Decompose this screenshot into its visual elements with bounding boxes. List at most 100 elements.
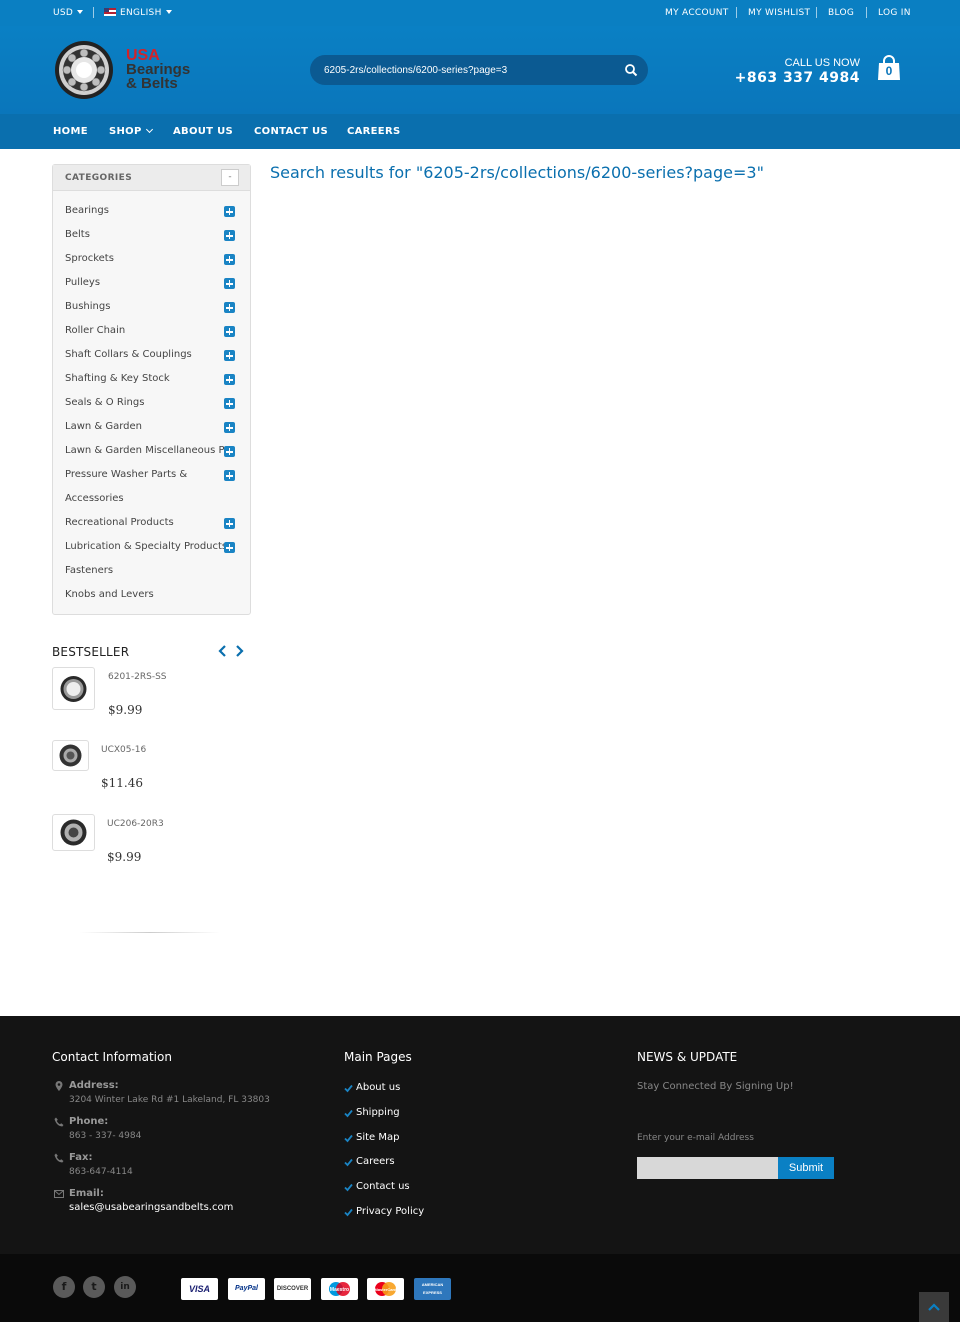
us-flag-icon: [104, 8, 116, 16]
plus-icon[interactable]: [224, 422, 235, 433]
cart-button[interactable]: 0: [876, 55, 902, 81]
product-thumbnail[interactable]: [52, 740, 89, 771]
category-item[interactable]: Shafting & Key Stock: [65, 373, 170, 384]
product-price: $9.99: [108, 703, 143, 717]
collapse-toggle[interactable]: -: [221, 169, 239, 186]
search-results-title: Search results for "6205-2rs/collections…: [270, 163, 764, 182]
chevron-down-icon: [165, 10, 172, 14]
category-item[interactable]: Belts: [65, 229, 90, 240]
linkedin-icon[interactable]: in: [114, 1276, 136, 1298]
check-icon: [344, 1084, 353, 1093]
footer-page-link[interactable]: Shipping: [356, 1107, 400, 1118]
divider: [816, 7, 817, 18]
plus-icon[interactable]: [224, 470, 235, 481]
facebook-icon[interactable]: f: [53, 1276, 75, 1298]
plus-icon[interactable]: [224, 446, 235, 457]
category-item[interactable]: Bushings: [65, 301, 110, 312]
divider: [736, 7, 737, 18]
search-input[interactable]: [324, 55, 614, 85]
currency-selector[interactable]: USD: [53, 8, 84, 18]
category-item[interactable]: Sprockets: [65, 253, 114, 264]
log-in-link[interactable]: LOG IN: [878, 8, 911, 18]
search-icon[interactable]: [624, 63, 638, 77]
svg-text:& Belts: & Belts: [126, 75, 178, 92]
chevron-down-icon: [145, 125, 153, 134]
mastercard-icon: MasterCard: [367, 1278, 404, 1300]
my-account-link[interactable]: MY ACCOUNT: [665, 8, 729, 18]
news-title: NEWS & UPDATE: [637, 1050, 738, 1064]
site-logo[interactable]: USA Bearings & Belts: [54, 39, 214, 101]
product-thumbnail[interactable]: [52, 667, 95, 710]
footer-page-link[interactable]: Careers: [356, 1156, 395, 1167]
check-icon: [344, 1158, 353, 1167]
plus-icon[interactable]: [224, 326, 235, 337]
chevron-left-icon[interactable]: [218, 645, 228, 657]
address-label: Address:: [69, 1080, 119, 1091]
newsletter-email-input[interactable]: [637, 1157, 779, 1179]
maestro-icon: Maestro: [321, 1278, 358, 1300]
product-name[interactable]: UCX05-16: [101, 745, 146, 755]
plus-icon[interactable]: [224, 350, 235, 361]
plus-icon[interactable]: [224, 254, 235, 265]
product-name[interactable]: UC206-20R3: [107, 819, 164, 829]
nav-item-contact-us[interactable]: CONTACT US: [254, 126, 328, 137]
check-icon: [344, 1208, 353, 1217]
discover-icon: DISCOVER: [274, 1278, 311, 1300]
plus-icon[interactable]: [224, 278, 235, 289]
nav-item-careers[interactable]: CAREERS: [347, 126, 400, 137]
phone-icon: [54, 1153, 64, 1163]
plus-icon[interactable]: [224, 542, 235, 553]
category-item[interactable]: Knobs and Levers: [65, 589, 154, 600]
category-item[interactable]: Bearings: [65, 205, 109, 216]
scroll-to-top-button[interactable]: [919, 1292, 949, 1322]
footer-page-link[interactable]: Site Map: [356, 1132, 399, 1143]
twitter-icon[interactable]: t: [83, 1276, 105, 1298]
chevron-right-icon[interactable]: [234, 645, 244, 657]
address-value: 3204 Winter Lake Rd #1 Lakeland, FL 3380…: [69, 1095, 270, 1105]
category-item[interactable]: Lubrication & Specialty Products: [65, 541, 227, 552]
category-item[interactable]: Lawn & Garden: [65, 421, 142, 432]
category-item[interactable]: Seals & O Rings: [65, 397, 144, 408]
top-bar: USD ENGLISH MY ACCOUNT MY WISHLIST BLOG …: [0, 0, 960, 26]
footer-page-link[interactable]: Contact us: [356, 1181, 410, 1192]
plus-icon[interactable]: [224, 206, 235, 217]
nav-item-shop[interactable]: SHOP: [109, 125, 153, 137]
nav-item-label: SHOP: [109, 126, 142, 137]
news-text: Stay Connected By Signing Up!: [637, 1081, 794, 1092]
category-item[interactable]: Pulleys: [65, 277, 100, 288]
footer-page-link[interactable]: Privacy Policy: [356, 1206, 424, 1217]
plus-icon[interactable]: [224, 398, 235, 409]
nav-item-about-us[interactable]: ABOUT US: [173, 126, 233, 137]
language-selector[interactable]: ENGLISH: [104, 8, 172, 18]
plus-icon[interactable]: [224, 374, 235, 385]
nav-item-home[interactable]: HOME: [53, 126, 88, 137]
check-icon: [344, 1134, 353, 1143]
footer-page-link[interactable]: About us: [356, 1082, 400, 1093]
category-item[interactable]: Recreational Products: [65, 517, 174, 528]
check-icon: [344, 1183, 353, 1192]
phone-number[interactable]: +863 337 4984: [735, 70, 860, 86]
category-item[interactable]: Fasteners: [65, 565, 113, 576]
category-item[interactable]: Roller Chain: [65, 325, 125, 336]
chevron-up-icon: [928, 1303, 940, 1311]
search-bar: [310, 55, 648, 85]
plus-icon[interactable]: [224, 302, 235, 313]
product-name[interactable]: 6201-2RS-SS: [108, 672, 167, 682]
my-wishlist-link[interactable]: MY WISHLIST: [748, 8, 810, 18]
blog-link[interactable]: BLOG: [828, 8, 854, 18]
category-item[interactable]: Lawn & Garden Miscellaneous Pa: [65, 445, 230, 456]
categories-header: CATEGORIES -: [53, 165, 250, 191]
newsletter-submit-button[interactable]: Submit: [778, 1157, 834, 1179]
fax-label: Fax:: [69, 1152, 93, 1163]
product-thumbnail[interactable]: [52, 814, 95, 851]
bearing-image: [60, 819, 87, 846]
email-value[interactable]: sales@usabearingsandbelts.com: [69, 1202, 233, 1213]
plus-icon[interactable]: [224, 230, 235, 241]
plus-icon[interactable]: [224, 518, 235, 529]
svg-text:MasterCard: MasterCard: [374, 1287, 397, 1292]
category-item[interactable]: Accessories: [65, 493, 124, 504]
category-item[interactable]: Shaft Collars & Couplings: [65, 349, 192, 360]
category-item[interactable]: Pressure Washer Parts &: [65, 469, 187, 480]
language-label: ENGLISH: [120, 8, 162, 18]
check-icon: [344, 1109, 353, 1118]
